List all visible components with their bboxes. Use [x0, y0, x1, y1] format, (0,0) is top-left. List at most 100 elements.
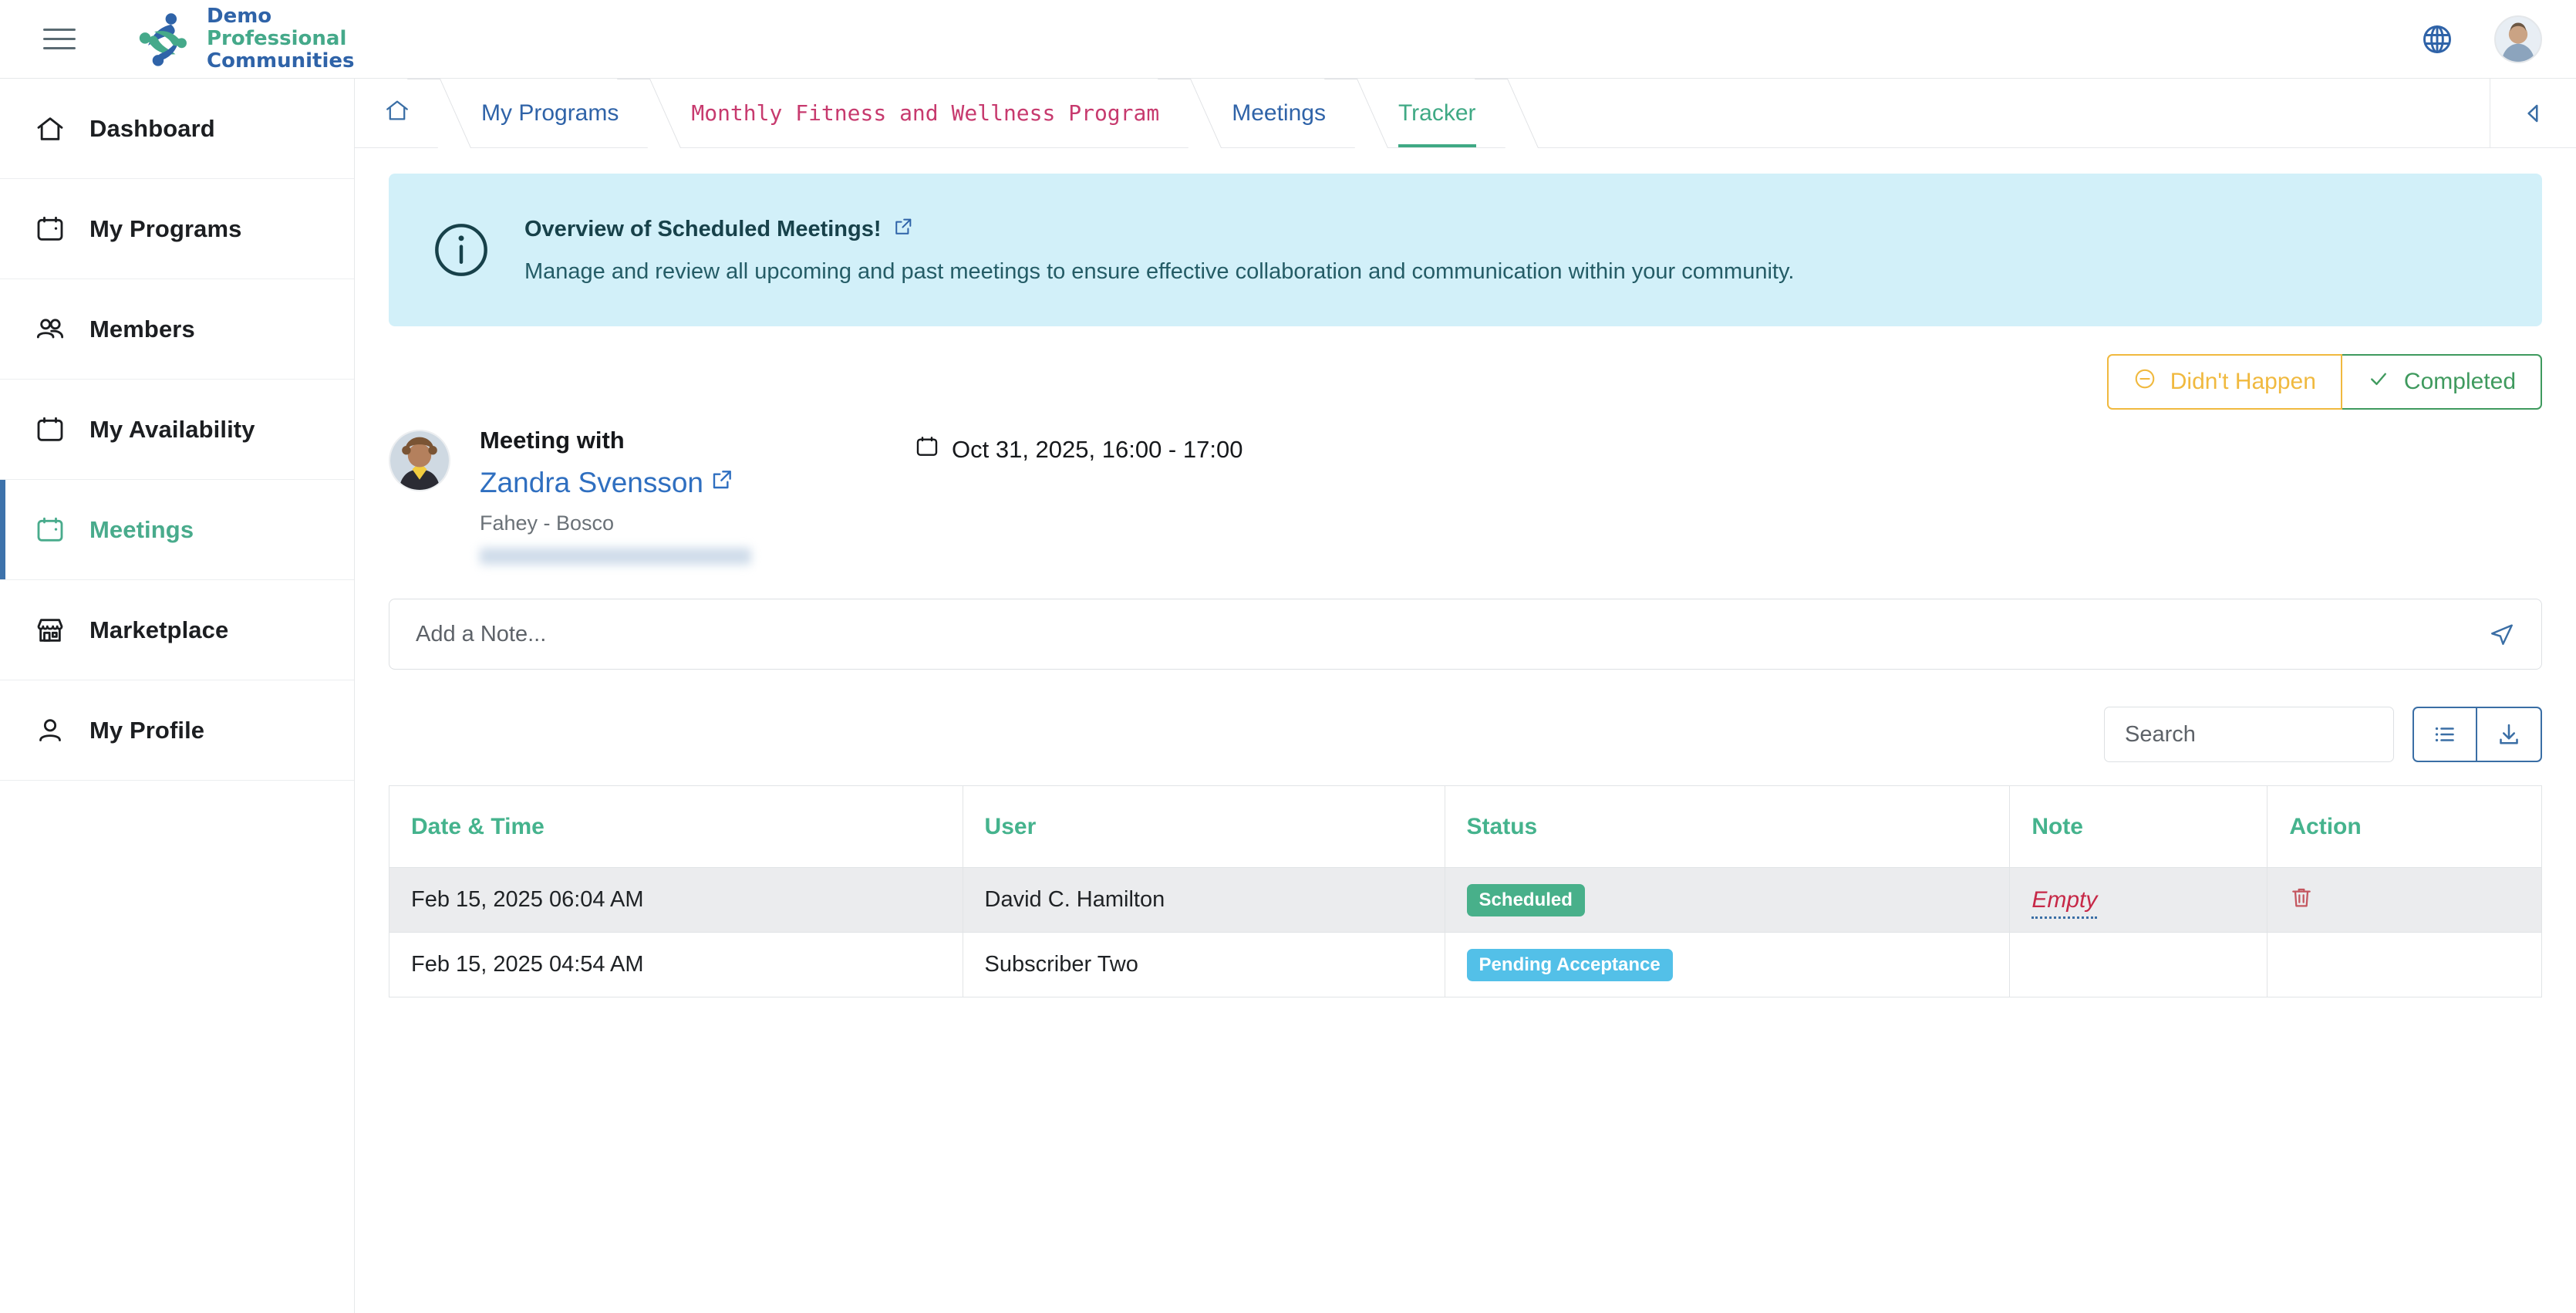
completed-button[interactable]: Completed [2342, 354, 2542, 410]
search-input[interactable] [2125, 721, 2373, 748]
meeting-status-actions: Didn't Happen Completed [389, 354, 2542, 410]
column-header-action[interactable]: Action [2267, 785, 2542, 868]
avatar[interactable] [2494, 15, 2542, 63]
sidebar: Dashboard My Programs Members My Availab… [0, 79, 355, 1313]
meeting-with-label: Meeting with [480, 427, 625, 454]
note-empty-link[interactable]: Empty [2031, 886, 2098, 919]
breadcrumb-label: Meetings [1232, 100, 1326, 126]
meeting-datetime-text: Oct 31, 2025, 16:00 - 17:00 [952, 436, 1243, 463]
table-header: Date & Time User Status Note Action [389, 785, 2542, 868]
calendar-icon [32, 211, 68, 247]
breadcrumb: My Programs Monthly Fitness and Wellness… [355, 79, 2576, 148]
redacted-contact-line [480, 548, 751, 565]
sidebar-item-label: Members [89, 315, 195, 343]
breadcrumb-label: Tracker [1398, 100, 1476, 126]
cell-action [2267, 932, 2542, 997]
external-link-icon[interactable] [892, 216, 914, 244]
download-icon[interactable] [2477, 707, 2542, 762]
person-icon [32, 713, 68, 748]
list-icon[interactable] [2412, 707, 2477, 762]
column-header-date-time[interactable]: Date & Time [389, 785, 963, 868]
table-row[interactable]: Feb 15, 2025 04:54 AM Subscriber Two Pen… [389, 932, 2542, 997]
send-icon[interactable] [2489, 621, 2515, 647]
didnt-happen-button[interactable]: Didn't Happen [2106, 354, 2342, 410]
cell-note [2009, 932, 2268, 997]
completed-label: Completed [2403, 369, 2516, 394]
didnt-happen-label: Didn't Happen [2170, 369, 2316, 394]
users-icon [32, 312, 68, 347]
storefront-icon [32, 613, 68, 648]
column-header-note[interactable]: Note [2009, 785, 2268, 868]
sidebar-item-dashboard[interactable]: Dashboard [0, 79, 354, 179]
table-body: Feb 15, 2025 06:04 AM David C. Hamilton … [389, 867, 2542, 997]
caret-left-icon[interactable] [2490, 79, 2576, 147]
top-bar-actions [2420, 15, 2542, 63]
sidebar-item-label: My Programs [89, 214, 242, 242]
sidebar-item-my-profile[interactable]: My Profile [0, 680, 354, 781]
minus-circle-icon [2133, 367, 2156, 397]
brand-line-1: Demo [207, 5, 272, 28]
main-content: Overview of Scheduled Meetings! Manage a… [355, 148, 2576, 1313]
brand-line-3: Communities [207, 49, 355, 73]
sidebar-item-label: Dashboard [89, 114, 215, 142]
sidebar-item-label: Marketplace [89, 616, 229, 643]
participant-avatar [389, 430, 450, 491]
column-header-status[interactable]: Status [1445, 785, 2011, 868]
meetings-tracker-table: Date & Time User Status Note Action Feb … [389, 785, 2542, 997]
table-toolbar [389, 707, 2542, 762]
home-icon [32, 111, 68, 147]
info-circle-icon [432, 221, 491, 279]
sidebar-item-marketplace[interactable]: Marketplace [0, 580, 354, 680]
table-row[interactable]: Feb 15, 2025 06:04 AM David C. Hamilton … [389, 867, 2542, 933]
sidebar-item-label: My Profile [89, 716, 205, 744]
brand-logo[interactable]: Demo Professional Communities [133, 5, 355, 73]
info-banner: Overview of Scheduled Meetings! Manage a… [389, 174, 2542, 326]
top-bar: Demo Professional Communities [0, 0, 2576, 79]
status-button-group: Didn't Happen Completed [2106, 354, 2542, 410]
breadcrumb-label: My Programs [481, 100, 619, 126]
meeting-summary: Meeting with Zandra Svensson Fahey - Bos… [389, 427, 2542, 565]
calendar-icon [32, 412, 68, 447]
participant-organization: Fahey - Bosco [480, 511, 615, 535]
cell-user: David C. Hamilton [963, 867, 1445, 933]
trash-icon[interactable] [2289, 885, 2314, 910]
cell-date-time: Feb 15, 2025 04:54 AM [389, 932, 963, 997]
info-banner-body: Overview of Scheduled Meetings! Manage a… [524, 216, 1794, 285]
cell-status: Pending Acceptance [1445, 932, 2011, 997]
meeting-datetime: Oct 31, 2025, 16:00 - 17:00 [915, 434, 1242, 465]
sidebar-item-my-availability[interactable]: My Availability [0, 380, 354, 480]
breadcrumb-item-my-programs[interactable]: My Programs [440, 79, 649, 147]
breadcrumb-home[interactable] [355, 79, 440, 147]
calendar-icon [915, 434, 939, 465]
note-input[interactable] [416, 621, 2473, 647]
home-icon [384, 97, 410, 130]
brand-mark-icon [139, 12, 187, 66]
sidebar-item-members[interactable]: Members [0, 279, 354, 380]
cell-date-time: Feb 15, 2025 06:04 AM [389, 867, 963, 933]
globe-icon[interactable] [2420, 22, 2454, 56]
hamburger-icon[interactable] [43, 24, 79, 55]
sidebar-item-label: My Availability [89, 415, 255, 443]
sidebar-item-label: Meetings [89, 515, 194, 543]
info-banner-description: Manage and review all upcoming and past … [524, 258, 1795, 284]
status-badge: Pending Acceptance [1466, 948, 1673, 981]
cell-action [2267, 867, 2542, 933]
column-header-user[interactable]: User [963, 785, 1445, 868]
brand-name: Demo Professional Communities [207, 5, 355, 73]
meeting-participant-info: Meeting with Zandra Svensson Fahey - Bos… [480, 427, 751, 565]
participant-name: Zandra Svensson [480, 467, 704, 498]
breadcrumb-item-program[interactable]: Monthly Fitness and Wellness Program [649, 79, 1190, 147]
sidebar-item-meetings[interactable]: Meetings [0, 480, 354, 580]
info-banner-title-text: Overview of Scheduled Meetings! [524, 217, 882, 241]
info-banner-title: Overview of Scheduled Meetings! [524, 216, 1794, 244]
calendar-icon [32, 512, 68, 548]
cell-status: Scheduled [1445, 867, 2011, 933]
sidebar-item-my-programs[interactable]: My Programs [0, 179, 354, 279]
add-note-box [389, 599, 2542, 670]
breadcrumb-label: Monthly Fitness and Wellness Program [691, 100, 1160, 126]
cell-user: Subscriber Two [963, 932, 1445, 997]
check-icon [2367, 367, 2390, 397]
table-header-row: Date & Time User Status Note Action [389, 785, 2542, 868]
active-underline [1398, 144, 1476, 147]
participant-link[interactable]: Zandra Svensson [480, 467, 751, 499]
